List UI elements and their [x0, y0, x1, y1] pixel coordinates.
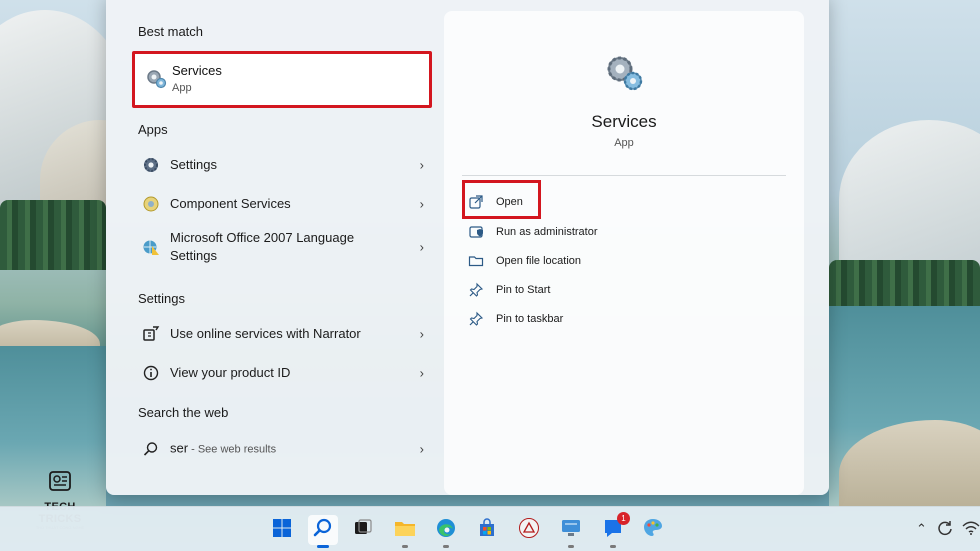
pin-icon: [468, 311, 484, 327]
settings-item-product-id[interactable]: View your product ID ›: [136, 356, 426, 390]
taskbar-search-button[interactable]: [308, 515, 338, 548]
web-search-label: ser - See web results: [170, 440, 276, 459]
remote-desktop-button[interactable]: [556, 515, 586, 548]
web-search-hint: - See web results: [188, 443, 277, 456]
results-list: Best match Services App Apps Settings › …: [106, 0, 444, 495]
info-icon: [142, 364, 160, 382]
notification-badge: 1: [617, 512, 630, 525]
running-indicator: [610, 545, 616, 548]
action-open[interactable]: Open: [468, 189, 708, 215]
narrator-icon: [142, 325, 160, 343]
settings-item-label: Use online services with Narrator: [170, 326, 361, 341]
app-launcher-button[interactable]: [514, 515, 544, 545]
open-external-icon: [468, 194, 484, 210]
folder-icon: [394, 518, 416, 543]
app-item-label-line1: Microsoft Office 2007 Language: [170, 230, 355, 245]
taskbar: 1 ⌃: [0, 506, 980, 551]
action-run-as-admin[interactable]: Run as administrator: [468, 219, 708, 245]
search-flyout: Best match Services App Apps Settings › …: [106, 0, 829, 495]
show-hidden-icons-chevron-up-icon[interactable]: ⌃: [916, 521, 927, 537]
chevron-right-icon: ›: [419, 326, 424, 342]
preview-divider: [462, 175, 786, 176]
edge-icon: [435, 517, 457, 544]
sync-refresh-icon[interactable]: [936, 519, 954, 540]
web-search-query: ser: [170, 440, 189, 456]
wallpaper-right: [829, 0, 980, 506]
app-item-office-language-settings[interactable]: Microsoft Office 2007 Language Settings …: [136, 228, 426, 266]
app-item-label: Microsoft Office 2007 Language Settings: [170, 229, 354, 265]
tech-tricks-logo-icon: [47, 471, 73, 498]
chevron-right-icon: ›: [419, 196, 424, 212]
preview-title: Services: [591, 112, 657, 131]
start-button[interactable]: [267, 515, 297, 545]
action-label: Pin to Start: [496, 284, 551, 296]
services-gears-icon: [145, 68, 167, 95]
shield-admin-icon: [468, 224, 484, 240]
action-label: Open: [496, 196, 523, 208]
wallpaper-left: [0, 0, 106, 506]
action-label: Open file location: [496, 255, 581, 267]
action-label: Run as administrator: [496, 226, 598, 238]
active-indicator: [317, 545, 329, 548]
apps-heading: Apps: [138, 122, 168, 137]
chevron-right-icon: ›: [419, 365, 424, 381]
file-explorer-button[interactable]: [390, 515, 420, 548]
running-indicator: [568, 545, 574, 548]
task-view-button[interactable]: [348, 515, 378, 545]
running-indicator: [443, 545, 449, 548]
action-pin-to-start[interactable]: Pin to Start: [468, 277, 708, 303]
windows-logo-icon: [272, 518, 292, 543]
pin-icon: [468, 282, 484, 298]
app-item-component-services[interactable]: Component Services ›: [136, 187, 426, 221]
store-icon: [477, 517, 497, 543]
settings-gear-icon: [142, 156, 160, 174]
office-language-icon: [142, 238, 160, 256]
remote-desktop-icon: [560, 518, 582, 543]
search-icon: [312, 517, 334, 544]
settings-heading: Settings: [138, 291, 185, 306]
preview-subtitle: App: [614, 137, 634, 149]
app-item-label: Settings: [170, 157, 217, 172]
microsoft-store-button[interactable]: [472, 515, 502, 545]
edge-browser-button[interactable]: [431, 515, 461, 548]
app-item-settings[interactable]: Settings ›: [136, 148, 426, 182]
best-match-type: App: [172, 82, 192, 94]
running-indicator: [402, 545, 408, 548]
folder-icon: [468, 253, 484, 269]
search-icon: [142, 440, 160, 458]
component-services-icon: [142, 195, 160, 213]
preview-pane: Services App Open Run as administrator O…: [444, 11, 804, 495]
wifi-icon[interactable]: [962, 520, 980, 539]
chevron-right-icon: ›: [419, 239, 424, 255]
chevron-right-icon: ›: [419, 441, 424, 457]
app-logo-icon: [518, 517, 540, 544]
task-view-icon: [353, 518, 373, 543]
app-item-label-line2: Settings: [170, 248, 217, 263]
best-match-name: Services: [172, 63, 222, 78]
chevron-right-icon: ›: [419, 157, 424, 173]
web-search-item[interactable]: ser - See web results ›: [136, 432, 426, 466]
zalo-button[interactable]: 1: [598, 512, 630, 548]
search-web-heading: Search the web: [138, 405, 229, 420]
settings-item-label: View your product ID: [170, 365, 291, 380]
paint-button[interactable]: [638, 515, 668, 545]
app-item-label: Component Services: [170, 196, 291, 211]
best-match-heading: Best match: [138, 24, 204, 39]
best-match-services[interactable]: Services App: [132, 51, 432, 108]
settings-item-narrator[interactable]: Use online services with Narrator ›: [136, 317, 426, 351]
services-gears-icon: [604, 53, 644, 98]
action-pin-to-taskbar[interactable]: Pin to taskbar: [468, 306, 708, 332]
action-label: Pin to taskbar: [496, 313, 564, 325]
action-open-file-location[interactable]: Open file location: [468, 248, 708, 274]
paint-palette-icon: [642, 517, 664, 544]
